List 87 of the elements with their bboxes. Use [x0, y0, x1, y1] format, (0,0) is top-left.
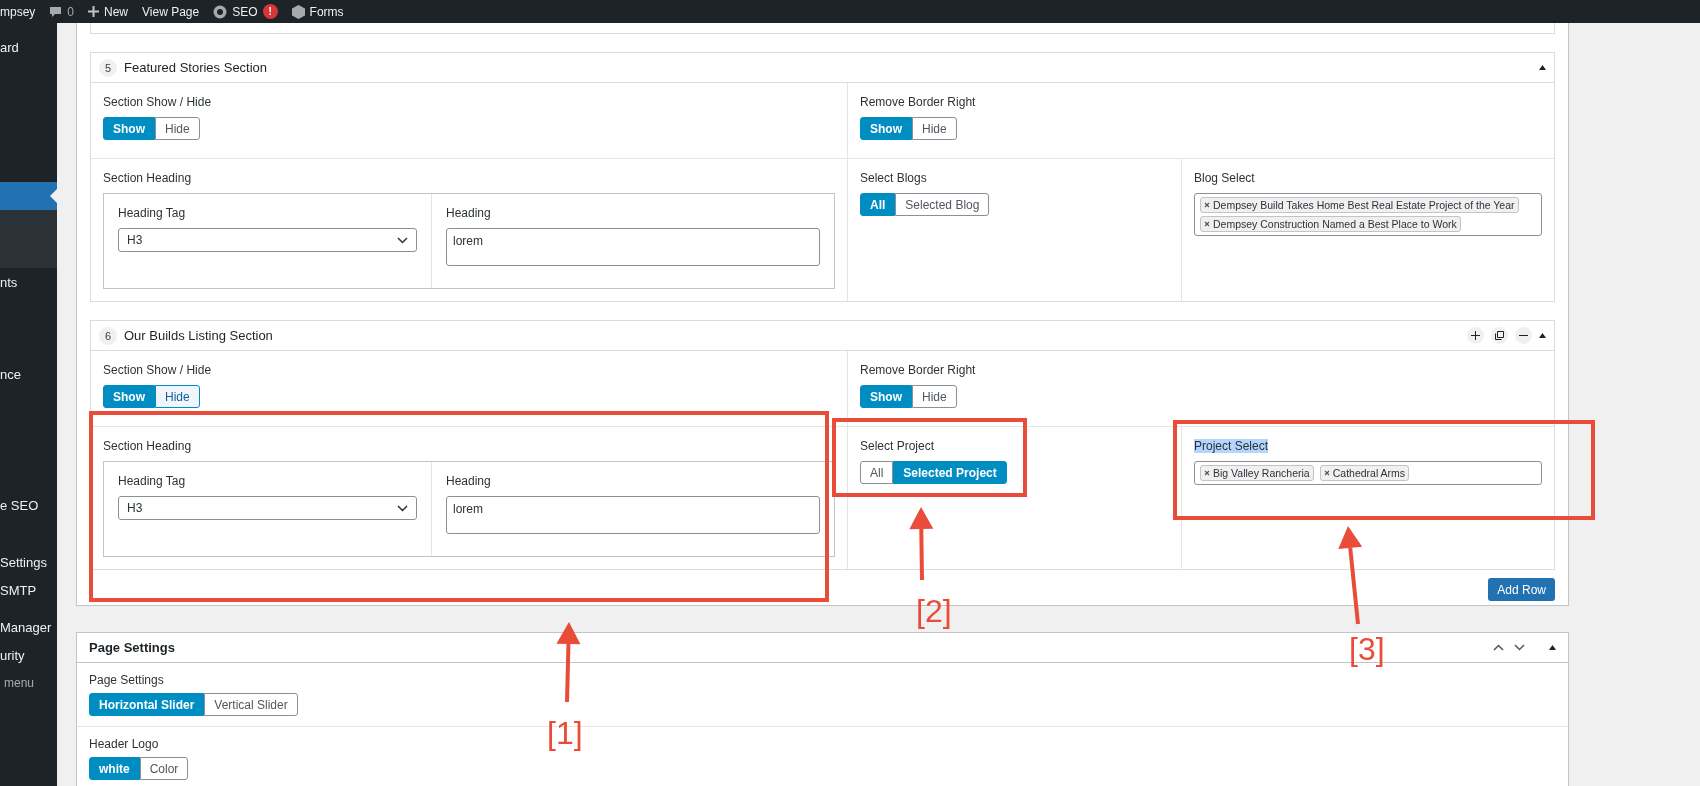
heading-textarea[interactable]: lorem: [446, 496, 820, 534]
menu-item[interactable]: urity: [0, 641, 57, 669]
field-label: Header Logo: [89, 737, 159, 751]
field-label: Remove Border Right: [860, 363, 976, 377]
toggle-option[interactable]: Hide: [155, 117, 200, 140]
toggle-option[interactable]: All: [860, 461, 894, 484]
toggle-option[interactable]: Selected Project: [893, 461, 1007, 484]
forms-link[interactable]: Forms: [291, 4, 344, 19]
section-title: Featured Stories Section: [124, 60, 269, 75]
hexagon-icon: [291, 4, 305, 19]
remove-icon[interactable]: [1204, 221, 1210, 227]
heading-tag-select[interactable]: H3: [118, 228, 417, 252]
seo-link[interactable]: SEO !: [213, 4, 278, 19]
chevron-down-icon[interactable]: [1514, 644, 1525, 651]
selected-tag[interactable]: Cathedral Arms: [1319, 465, 1410, 481]
menu-item[interactable]: Settings: [0, 548, 57, 576]
plus-icon: [88, 6, 100, 17]
remove-icon[interactable]: [1204, 202, 1210, 208]
remove-icon[interactable]: [1323, 470, 1330, 476]
field-label: Heading Tag: [118, 206, 186, 220]
menu-item[interactable]: e SEO: [0, 491, 57, 519]
multi-select-field[interactable]: Dempsey Build Takes Home Best Real Estate Project of the Year Dempsey Construction Named a Best Place to Work: [1194, 193, 1542, 236]
minus-icon[interactable]: [1515, 327, 1532, 344]
selected-tag[interactable]: Big Valley Rancheria: [1200, 465, 1314, 481]
speech-bubble-icon: [49, 5, 63, 18]
copy-icon[interactable]: [1491, 327, 1508, 344]
comments-link[interactable]: 0: [49, 4, 75, 19]
menu-item[interactable]: ard: [0, 33, 57, 61]
toggle-option[interactable]: Horizontal Slider: [89, 693, 205, 716]
remove-icon[interactable]: [1204, 470, 1210, 476]
menu-item[interactable]: nce: [0, 360, 57, 388]
toggle-option[interactable]: white: [89, 757, 140, 780]
menu-item[interactable]: Manager: [0, 613, 57, 641]
collapse-triangle-icon[interactable]: [1549, 645, 1556, 650]
field-label: Heading: [446, 474, 491, 488]
chevron-down-icon: [397, 236, 408, 244]
selected-tag[interactable]: Dempsey Build Takes Home Best Real Estate Project of the Year: [1200, 197, 1519, 213]
field-label: Select Project: [860, 439, 935, 453]
callout-label: [3]: [1349, 633, 1385, 665]
callout-label: [2]: [916, 595, 952, 627]
toggle-option[interactable]: Color: [139, 757, 189, 780]
heading-tag-select[interactable]: H3: [118, 496, 417, 520]
field-label: Blog Select: [1194, 171, 1255, 185]
toggle-option[interactable]: Hide: [912, 117, 957, 140]
chevron-up-icon[interactable]: [1493, 644, 1504, 651]
toggle-option[interactable]: Show: [860, 117, 912, 140]
toggle-option[interactable]: Show: [103, 385, 155, 408]
field-label: Section Show / Hide: [103, 363, 212, 377]
toggle-option[interactable]: Show: [103, 117, 155, 140]
toggle-option[interactable]: Hide: [912, 385, 957, 408]
current-pointer-icon: [50, 189, 57, 203]
multi-select-field[interactable]: Big Valley Rancheria Cathedral Arms: [1194, 461, 1542, 485]
new-link[interactable]: New: [88, 4, 129, 19]
menu-item[interactable]: menu: [0, 669, 57, 697]
field-label: Remove Border Right: [860, 95, 976, 109]
toggle-option[interactable]: Selected Blog: [895, 193, 990, 216]
field-label: Section Heading: [103, 439, 192, 453]
field-label: Section Show / Hide: [103, 95, 212, 109]
section-number: 5: [99, 58, 117, 77]
heading-textarea[interactable]: lorem: [446, 228, 820, 266]
field-label: Project Select: [1194, 439, 1269, 453]
field-label: Section Heading: [103, 171, 192, 185]
add-icon[interactable]: [1467, 327, 1484, 344]
toggle-option[interactable]: Hide: [155, 385, 200, 408]
section-title: Our Builds Listing Section: [124, 328, 274, 343]
menu-item[interactable]: nts: [0, 268, 57, 296]
gear-icon: [213, 4, 228, 19]
field-label: Page Settings: [89, 673, 164, 687]
toggle-option[interactable]: Show: [860, 385, 912, 408]
submenu-panel: [0, 210, 57, 268]
add-row-button[interactable]: Add Row: [1488, 578, 1555, 601]
alert-badge: !: [262, 4, 278, 19]
active-menu-item[interactable]: [0, 182, 57, 210]
field-label: Select Blogs: [860, 171, 927, 185]
field-label: Heading: [446, 206, 491, 220]
toggle-option[interactable]: Vertical Slider: [204, 693, 298, 716]
callout-label: [1]: [547, 717, 583, 749]
collapse-triangle-icon[interactable]: [1539, 65, 1546, 70]
view-page-link[interactable]: View Page: [142, 4, 200, 19]
toggle-option[interactable]: All: [860, 193, 896, 216]
section-number: 6: [99, 326, 117, 345]
menu-item[interactable]: SMTP: [0, 576, 57, 604]
collapse-triangle-icon[interactable]: [1539, 333, 1546, 338]
field-label: Heading Tag: [118, 474, 186, 488]
selected-tag[interactable]: Dempsey Construction Named a Best Place to Work: [1200, 216, 1461, 232]
site-name-link[interactable]: mpsey: [0, 4, 36, 19]
chevron-down-icon: [397, 504, 408, 512]
